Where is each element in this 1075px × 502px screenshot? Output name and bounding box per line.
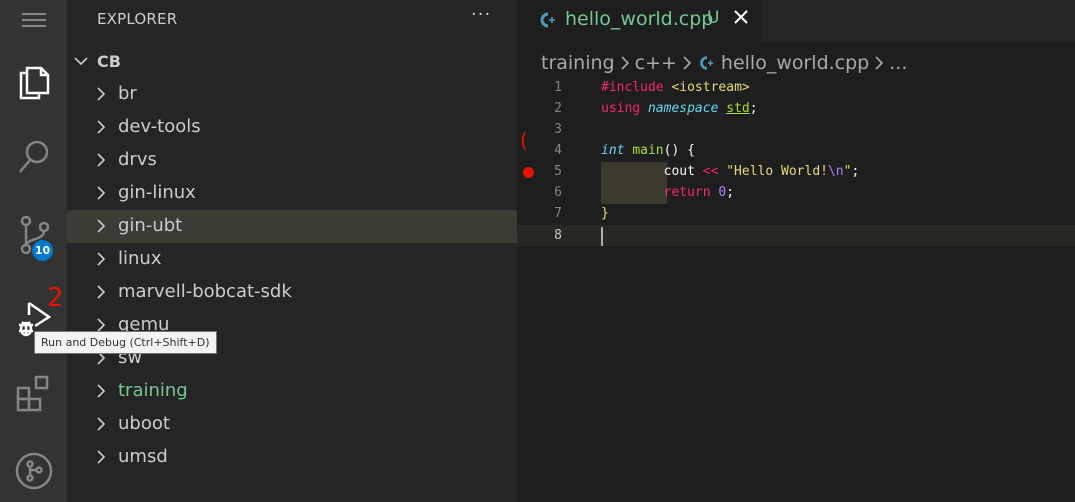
line-number: 8 bbox=[554, 228, 562, 243]
line-number: 6 bbox=[554, 185, 562, 200]
chevron-right-icon bbox=[97, 120, 106, 134]
tree-item-label: umsd bbox=[118, 446, 168, 467]
tree-item-uboot[interactable]: uboot bbox=[67, 408, 517, 441]
cpp-file-icon bbox=[540, 12, 555, 28]
tree-item-marvell-bobcat-sdk[interactable]: marvell-bobcat-sdk bbox=[67, 276, 517, 309]
run-debug-tooltip: Run and Debug (Ctrl+Shift+D) bbox=[34, 331, 217, 354]
text-cursor bbox=[601, 227, 603, 246]
line-number: 2 bbox=[554, 101, 562, 116]
file-tree: br dev-tools drvs gin-linux gin-ubt linu… bbox=[67, 78, 517, 474]
code-text: #include <iostream> bbox=[601, 80, 750, 95]
tree-item-label: gin-ubt bbox=[118, 215, 183, 236]
chevron-right-icon bbox=[619, 55, 631, 71]
tree-item-label: uboot bbox=[118, 413, 170, 434]
source-control-icon[interactable] bbox=[0, 202, 67, 268]
breakpoint-icon[interactable] bbox=[523, 167, 534, 178]
code-line[interactable]: 4 int main() { bbox=[517, 141, 1075, 162]
tree-item-training[interactable]: training bbox=[67, 375, 517, 408]
tree-item-umsd[interactable]: umsd bbox=[67, 441, 517, 474]
cpp-file-icon bbox=[697, 54, 715, 72]
line-number: 1 bbox=[554, 80, 562, 95]
chevron-right-icon bbox=[97, 417, 106, 431]
tab-label: hello_world.cpp bbox=[565, 8, 714, 30]
annotation-two: 2 bbox=[47, 283, 64, 313]
chevron-right-icon bbox=[873, 55, 885, 71]
chevron-right-icon bbox=[97, 186, 106, 200]
code-text: int main() { bbox=[601, 143, 695, 158]
explorer-panel: EXPLORER ··· CB br dev-tools drvs gin-li… bbox=[67, 0, 517, 502]
tree-item-label: br bbox=[118, 83, 137, 104]
activity-bar: 10 bbox=[0, 0, 67, 502]
remote-icon[interactable] bbox=[0, 438, 67, 502]
tree-item-dev-tools[interactable]: dev-tools bbox=[67, 111, 517, 144]
code-line[interactable]: 1 #include <iostream> bbox=[517, 78, 1075, 99]
tree-item-drvs[interactable]: drvs bbox=[67, 144, 517, 177]
extensions-icon[interactable] bbox=[0, 360, 67, 426]
code-text: } bbox=[601, 206, 609, 221]
untracked-badge: U bbox=[707, 8, 720, 28]
line-number: 3 bbox=[554, 122, 562, 137]
code-line[interactable]: 7 } bbox=[517, 204, 1075, 225]
menu-icon[interactable] bbox=[0, 0, 67, 40]
code-line[interactable]: 2 using namespace std; bbox=[517, 99, 1075, 120]
more-actions-icon[interactable]: ··· bbox=[471, 4, 491, 25]
tree-item-br[interactable]: br bbox=[67, 78, 517, 111]
breadcrumb-item[interactable]: training bbox=[541, 52, 615, 74]
chevron-right-icon bbox=[681, 55, 693, 71]
chevron-right-icon bbox=[97, 450, 106, 464]
close-icon[interactable] bbox=[732, 8, 750, 26]
tab-bar: hello_world.cpp U bbox=[517, 0, 1075, 42]
chevron-right-icon bbox=[97, 384, 106, 398]
code-text: cout << "Hello World!\n"; bbox=[601, 164, 860, 179]
source-control-badge: 10 bbox=[32, 240, 53, 261]
chevron-right-icon bbox=[97, 153, 106, 167]
code-line[interactable]: 3 bbox=[517, 120, 1075, 141]
chevron-right-icon bbox=[97, 219, 106, 233]
code-line[interactable]: 6 return 0; bbox=[517, 183, 1075, 204]
chevron-right-icon bbox=[97, 252, 106, 266]
code-line-current[interactable]: 8 bbox=[517, 225, 1075, 246]
workspace-root-label: CB bbox=[97, 52, 121, 71]
tree-item-gin-ubt[interactable]: gin-ubt bbox=[67, 210, 517, 243]
line-number: 7 bbox=[554, 206, 562, 221]
code-text: return 0; bbox=[663, 185, 735, 200]
tab-hello-world-cpp[interactable]: hello_world.cpp U bbox=[517, 0, 761, 42]
code-editor[interactable]: 1 #include <iostream> 2 using namespace … bbox=[517, 78, 1075, 246]
breadcrumb: training c++ hello_world.cpp ... bbox=[541, 50, 907, 76]
code-line[interactable]: 5 cout << "Hello World!\n"; bbox=[517, 162, 1075, 183]
search-icon[interactable] bbox=[0, 124, 67, 190]
breadcrumb-item[interactable]: c++ bbox=[635, 52, 677, 74]
explorer-header: EXPLORER ··· bbox=[67, 0, 517, 40]
tree-item-label: drvs bbox=[118, 149, 157, 170]
line-number: 5 bbox=[554, 164, 562, 179]
tree-item-label: gin-linux bbox=[118, 182, 196, 203]
tree-item-gin-linux[interactable]: gin-linux bbox=[67, 177, 517, 210]
line-number: 4 bbox=[554, 143, 562, 158]
breadcrumb-item[interactable]: ... bbox=[889, 52, 907, 74]
chevron-right-icon bbox=[97, 285, 106, 299]
code-text: using namespace std; bbox=[601, 101, 758, 116]
tree-item-linux[interactable]: linux bbox=[67, 243, 517, 276]
chevron-right-icon bbox=[97, 87, 106, 101]
chevron-down-icon bbox=[74, 57, 88, 66]
editor-area: hello_world.cpp U training c++ hello_wor… bbox=[517, 0, 1075, 502]
breadcrumb-item[interactable]: hello_world.cpp bbox=[721, 52, 869, 74]
tree-item-label: linux bbox=[118, 248, 162, 269]
workspace-root[interactable]: CB bbox=[67, 46, 517, 78]
tree-item-label: marvell-bobcat-sdk bbox=[118, 281, 292, 302]
tree-item-label: dev-tools bbox=[118, 116, 201, 137]
tree-item-label: training bbox=[118, 380, 188, 401]
annotation-one: ( bbox=[520, 128, 528, 152]
explorer-title: EXPLORER bbox=[97, 10, 178, 28]
explorer-icon[interactable] bbox=[0, 48, 67, 114]
